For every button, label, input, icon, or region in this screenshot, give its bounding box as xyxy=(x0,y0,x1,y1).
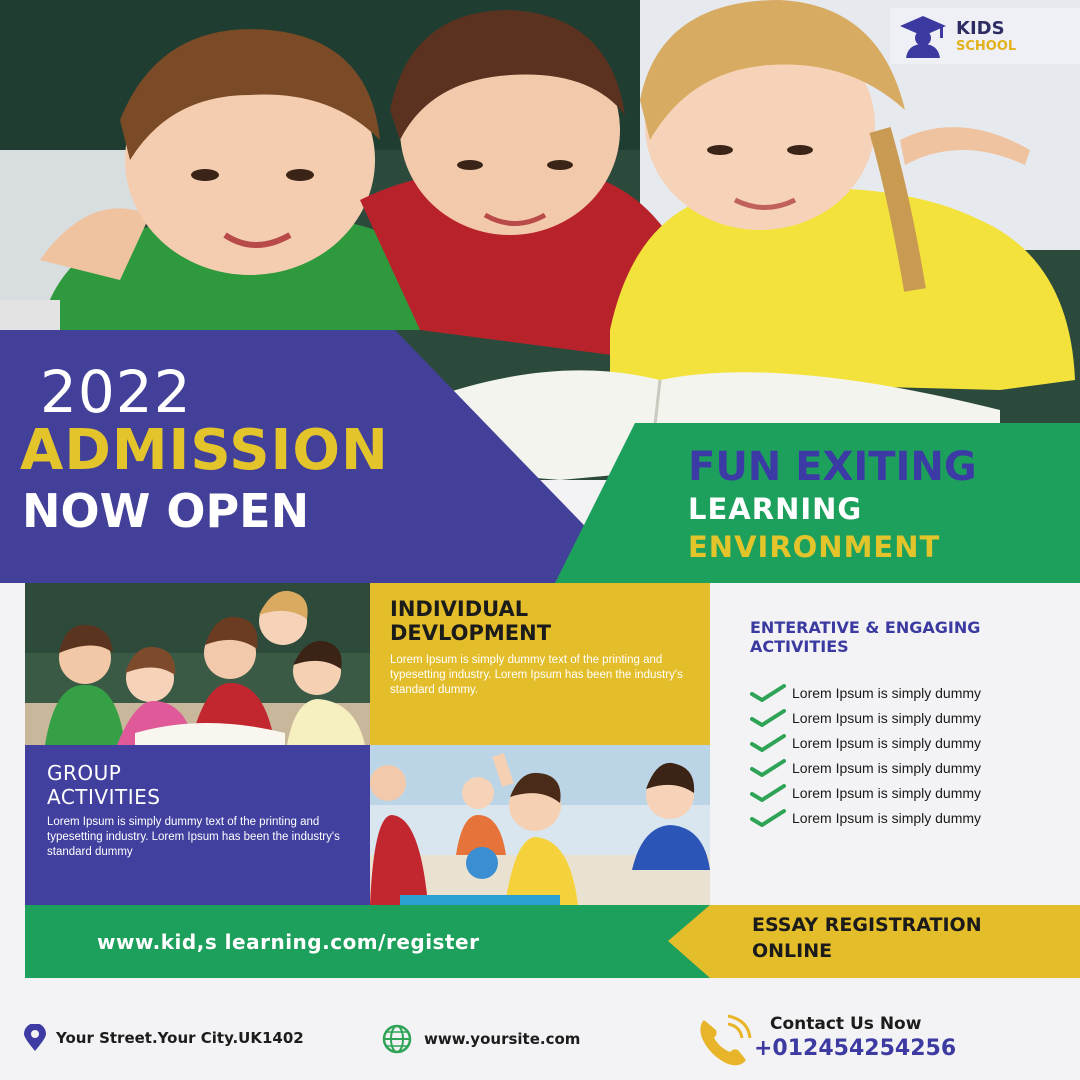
group-title-line2: ACTIVITIES xyxy=(47,785,161,809)
check-icon xyxy=(750,683,786,702)
check-icon xyxy=(750,808,786,827)
registration-url-bar[interactable]: www.kid,s learning.com/register xyxy=(25,905,710,978)
list-item: Lorem Ipsum is simply dummy xyxy=(750,780,1070,805)
brand-subname: SCHOOL xyxy=(956,38,1017,54)
tagline-line3: ENVIRONMENT xyxy=(688,530,941,564)
students-photo xyxy=(370,745,710,905)
footer-address: Your Street.Your City.UK1402 xyxy=(22,1024,304,1052)
list-item-text: Lorem Ipsum is simply dummy xyxy=(792,709,982,726)
registration-link[interactable]: www.kid,s learning.com/register xyxy=(97,930,479,954)
location-pin-icon xyxy=(24,1024,46,1051)
list-item: Lorem Ipsum is simply dummy xyxy=(750,680,1070,705)
list-item: Lorem Ipsum is simply dummy xyxy=(750,805,1070,830)
list-item-text: Lorem Ipsum is simply dummy xyxy=(792,684,982,701)
list-item-text: Lorem Ipsum is simply dummy xyxy=(792,759,982,776)
registration-label-line1: ESSAY REGISTRATION xyxy=(752,914,982,936)
list-item-text: Lorem Ipsum is simply dummy xyxy=(792,784,982,801)
contact-phone[interactable]: +012454254256 xyxy=(754,1036,956,1061)
check-icon xyxy=(750,758,786,777)
headline-year: 2022 xyxy=(40,358,192,426)
activities-section: ENTERATIVE & ENGAGING ACTIVITIES Lorem I… xyxy=(750,618,1070,830)
activities-list: Lorem Ipsum is simply dummy Lorem Ipsum … xyxy=(750,680,1070,830)
globe-icon xyxy=(382,1024,412,1054)
list-item: Lorem Ipsum is simply dummy xyxy=(750,755,1070,780)
activities-title-line2: ACTIVITIES xyxy=(750,637,849,657)
list-item: Lorem Ipsum is simply dummy xyxy=(750,705,1070,730)
contact-label: Contact Us Now xyxy=(770,1014,922,1034)
group-title-line1: GROUP xyxy=(47,761,122,785)
individual-title-line1: INDIVIDUAL xyxy=(390,597,529,621)
registration-label-box: ESSAY REGISTRATION ONLINE xyxy=(668,905,1080,978)
graduate-icon xyxy=(900,16,946,58)
check-icon xyxy=(750,733,786,752)
website-link[interactable]: www.yoursite.com xyxy=(424,1030,580,1048)
tagline-line1: FUN EXITING xyxy=(688,444,977,490)
list-item: Lorem Ipsum is simply dummy xyxy=(750,730,1070,755)
headline-now-open: NOW OPEN xyxy=(22,484,310,538)
headline-admission: ADMISSION xyxy=(20,418,389,483)
brand-logo[interactable]: KIDS SCHOOL xyxy=(890,8,1080,64)
list-item-text: Lorem Ipsum is simply dummy xyxy=(792,734,982,751)
individual-development-card: INDIVIDUAL DEVLOPMENT Lorem Ipsum is sim… xyxy=(370,583,710,745)
check-icon xyxy=(750,783,786,802)
individual-title-line2: DEVLOPMENT xyxy=(390,621,552,646)
activities-title-line1: ENTERATIVE & ENGAGING xyxy=(750,618,981,637)
classroom-photo xyxy=(25,583,370,745)
phone-icon xyxy=(700,1014,752,1066)
brand-name: KIDS xyxy=(956,17,1005,39)
individual-body: Lorem Ipsum is simply dummy text of the … xyxy=(390,654,683,697)
individual-title: INDIVIDUAL DEVLOPMENT xyxy=(390,597,690,645)
activities-title: ENTERATIVE & ENGAGING ACTIVITIES xyxy=(750,618,1070,656)
group-title: GROUP ACTIVITIES xyxy=(47,761,348,809)
check-icon xyxy=(750,708,786,727)
registration-label-line2: ONLINE xyxy=(752,939,833,962)
list-item-text: Lorem Ipsum is simply dummy xyxy=(792,809,982,826)
tagline-line2: LEARNING xyxy=(688,492,863,526)
footer-website[interactable]: www.yoursite.com xyxy=(378,1024,580,1054)
address-text: Your Street.Your City.UK1402 xyxy=(56,1029,304,1047)
group-activities-card: GROUP ACTIVITIES Lorem Ipsum is simply d… xyxy=(25,745,370,905)
registration-label: ESSAY REGISTRATION ONLINE xyxy=(752,913,1080,964)
group-body: Lorem Ipsum is simply dummy text of the … xyxy=(47,816,340,858)
